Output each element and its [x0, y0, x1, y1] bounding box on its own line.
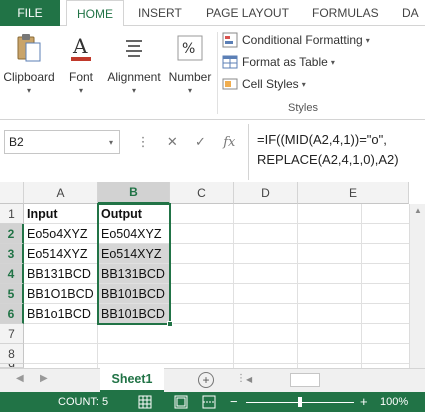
status-bar: COUNT: 5 − + 100% [0, 392, 425, 412]
column-header-d[interactable]: D [234, 182, 298, 204]
row-header-4[interactable]: 4 [0, 264, 24, 284]
row-header-7[interactable]: 7 [0, 324, 24, 344]
horizontal-scrollbar[interactable]: ◀ [246, 373, 425, 389]
row-header-5[interactable]: 5 [0, 284, 24, 304]
tab-file[interactable]: FILE [0, 0, 60, 26]
clipboard-icon [13, 32, 45, 64]
tab-formulas[interactable]: FORMULAS [312, 0, 379, 26]
formula-line-2: REPLACE(A2,4,1,0),A2) [257, 152, 399, 167]
row-header-2[interactable]: 2 [0, 224, 24, 244]
formula-input[interactable]: =IF((MID(A2,4,1))="o", REPLACE(A2,4,1,0)… [248, 124, 425, 180]
svg-text:A: A [72, 34, 88, 58]
chevron-down-icon: ▾ [78, 86, 83, 95]
cell-a2[interactable]: Eo5o4XYZ [24, 224, 98, 244]
chevron-down-icon: ▾ [108, 137, 113, 147]
cell-styles-icon [222, 78, 238, 90]
sheet-tab-sheet1[interactable]: Sheet1 [100, 368, 164, 392]
number-icon: % [174, 32, 206, 64]
scroll-thumb[interactable] [290, 373, 320, 387]
add-sheet-icon[interactable]: + [198, 372, 214, 388]
insert-function-icon[interactable]: fx [223, 135, 235, 150]
column-header-c[interactable]: C [170, 182, 234, 204]
zoom-in-button[interactable]: + [360, 394, 368, 409]
styles-group-title: Styles [288, 102, 318, 114]
alignment-group[interactable]: Alignment ▾ [104, 26, 164, 120]
formula-line-1: =IF((MID(A2,4,1))="o", [257, 132, 387, 147]
cell-a1[interactable]: Input [24, 204, 98, 224]
conditional-formatting-button[interactable]: Conditional Formatting ▾ [222, 30, 370, 50]
font-label: Font [68, 70, 93, 84]
chevron-down-icon: ▾ [131, 86, 136, 95]
row-header-6[interactable]: 6 [0, 304, 24, 324]
clipboard-label: Clipboard [3, 70, 55, 84]
cell-a6[interactable]: BB1o1BCD [24, 304, 98, 324]
column-header-a[interactable]: A [24, 182, 98, 204]
row-header-1[interactable]: 1 [0, 204, 24, 224]
divider [217, 32, 218, 114]
worksheet-grid[interactable]: A B C D E 1 2 3 4 5 6 7 8 9 Input Output… [0, 182, 425, 368]
conditional-formatting-label: Conditional Formatting [242, 33, 363, 47]
cell-a5[interactable]: BB1O1BCD [24, 284, 98, 304]
name-box[interactable]: B2 ▾ [4, 130, 120, 154]
cancel-icon[interactable]: ✕ [167, 134, 178, 150]
zoom-slider-thumb[interactable] [298, 397, 302, 407]
scroll-left-icon[interactable]: ◀ [246, 375, 252, 384]
empty-cells[interactable] [170, 204, 409, 368]
fill-handle[interactable] [167, 321, 173, 327]
normal-view-icon[interactable] [138, 395, 152, 409]
ribbon-tabs: FILE HOME INSERT PAGE LAYOUT FORMULAS DA [0, 0, 425, 27]
svg-text:%: % [182, 41, 195, 57]
chevron-down-icon: ▾ [26, 86, 31, 95]
number-group[interactable]: % Number ▾ [164, 26, 216, 120]
font-icon: A [65, 32, 97, 64]
zoom-level[interactable]: 100% [380, 396, 408, 408]
vertical-scrollbar[interactable]: ▲ [409, 204, 425, 368]
count-status: COUNT: 5 [58, 396, 109, 408]
format-as-table-label: Format as Table [242, 55, 328, 69]
more-icon: ⋮ [236, 373, 246, 384]
row-header-8[interactable]: 8 [0, 344, 24, 364]
name-box-value: B2 [9, 135, 24, 149]
tab-data[interactable]: DA [402, 0, 419, 26]
formula-buttons: ⋮ ✕ ✓ fx [128, 130, 244, 154]
alignment-label: Alignment [107, 70, 161, 84]
scroll-up-icon[interactable]: ▲ [414, 206, 422, 215]
more-icon: ⋮ [136, 134, 150, 149]
formula-bar: B2 ▾ ⋮ ✕ ✓ fx =IF((MID(A2,4,1))="o", REP… [0, 120, 425, 182]
sheet-tab-bar: ◀ ▶ Sheet1 + ⋮ ◀ [0, 368, 425, 392]
cell-styles-button[interactable]: Cell Styles ▾ [222, 74, 306, 94]
conditional-formatting-icon [222, 32, 238, 48]
tab-insert[interactable]: INSERT [138, 0, 182, 26]
column-header-e[interactable]: E [298, 182, 409, 204]
alignment-icon [118, 32, 150, 64]
chevron-down-icon: ▾ [187, 86, 192, 95]
page-break-view-icon[interactable] [202, 395, 216, 409]
cell-a4[interactable]: BB131BCD [24, 264, 98, 284]
chevron-down-icon: ▾ [301, 79, 306, 89]
zoom-out-button[interactable]: − [230, 394, 238, 409]
divider [97, 324, 98, 368]
column-header-b[interactable]: B [98, 182, 170, 204]
tab-home[interactable]: HOME [66, 0, 124, 27]
format-as-table-button[interactable]: Format as Table ▾ [222, 52, 335, 72]
font-group[interactable]: A Font ▾ [58, 26, 104, 120]
selection-range [97, 203, 171, 325]
clipboard-group[interactable]: Clipboard ▾ [0, 26, 58, 120]
cell-a3[interactable]: Eo514XYZ [24, 244, 98, 264]
prev-sheet-icon[interactable]: ◀ [16, 373, 24, 384]
next-sheet-icon[interactable]: ▶ [40, 373, 48, 384]
number-label: Number [168, 70, 212, 84]
select-all-corner[interactable] [0, 182, 24, 204]
tab-page-layout[interactable]: PAGE LAYOUT [206, 0, 289, 26]
chevron-down-icon: ▾ [365, 35, 370, 45]
confirm-icon[interactable]: ✓ [195, 134, 206, 150]
ribbon: Clipboard ▾ A Font ▾ Alignment ▾ % Numbe… [0, 26, 425, 120]
format-as-table-icon [222, 55, 238, 69]
row-header-3[interactable]: 3 [0, 244, 24, 264]
cell-styles-label: Cell Styles [242, 77, 299, 91]
chevron-down-icon: ▾ [330, 57, 335, 67]
page-layout-view-icon[interactable] [174, 395, 188, 409]
